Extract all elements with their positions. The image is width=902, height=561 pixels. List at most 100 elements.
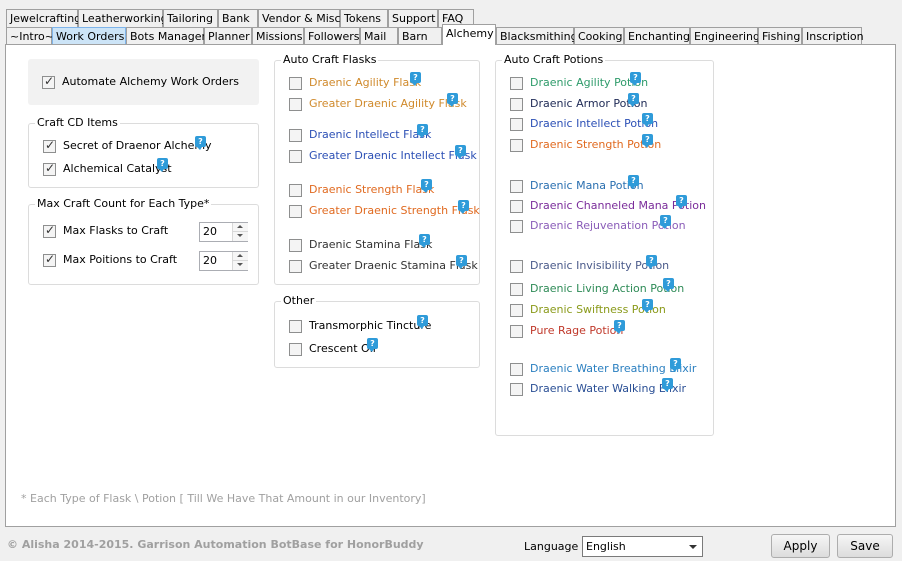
max-potions-label: Max Poitions to Craft (63, 253, 178, 266)
help-icon[interactable]: ? (417, 124, 428, 138)
checkbox[interactable] (43, 161, 56, 176)
help-icon[interactable]: ? (642, 134, 653, 148)
tab-support[interactable]: Support (388, 9, 438, 27)
tab-work-orders[interactable]: Work Orders (52, 27, 126, 45)
checkbox[interactable] (289, 129, 302, 142)
checkbox[interactable] (510, 77, 523, 90)
checkbox[interactable] (43, 138, 56, 153)
help-icon[interactable]: ? (628, 93, 639, 107)
checkbox[interactable] (289, 260, 302, 273)
language-select[interactable]: English (582, 536, 703, 557)
save-button[interactable]: Save (837, 534, 893, 558)
tab-fishing[interactable]: Fishing (758, 27, 802, 45)
tab-bots-manager[interactable]: Bots Manager (126, 27, 206, 45)
tab-alchemy[interactable]: Alchemy (442, 24, 496, 45)
help-icon[interactable]: ? (663, 278, 674, 292)
help-icon[interactable]: ? (458, 200, 469, 214)
tab-enchanting[interactable]: Enchanting (624, 27, 690, 45)
tab-jewelcrafting[interactable]: Jewelcrafting (6, 9, 81, 27)
checkbox[interactable] (510, 363, 523, 376)
help-icon[interactable]: ? (447, 93, 458, 107)
checkbox[interactable] (510, 283, 523, 296)
checkbox[interactable] (510, 118, 523, 131)
stepper-down-icon[interactable] (233, 232, 248, 241)
tab-blacksmithing[interactable]: Blacksmithing (496, 27, 578, 45)
checkbox[interactable] (289, 343, 302, 356)
tab-intro[interactable]: ~Intro~ (6, 27, 54, 45)
checkbox[interactable] (510, 325, 523, 338)
max-flasks-value[interactable]: 20 (203, 225, 217, 238)
tab-engineering[interactable]: Engineering (690, 27, 760, 45)
tab-barn[interactable]: Barn (398, 27, 442, 45)
language-label: Language (524, 540, 579, 553)
list-item-label: Draenic Intellect Flask (309, 128, 432, 141)
help-icon[interactable]: ? (670, 358, 681, 372)
auto-potions-group: Auto Craft Potions Draenic Agility Potio… (495, 53, 714, 436)
help-icon[interactable]: ? (614, 320, 625, 334)
max-craft-group: Max Craft Count for Each Type* Max Flask… (28, 197, 259, 285)
checkbox[interactable] (510, 304, 523, 317)
help-icon[interactable]: ? (157, 158, 168, 172)
help-icon[interactable]: ? (642, 113, 653, 127)
secret-of-draenor-label: Secret of Draenor Alchemy (63, 139, 212, 152)
help-icon[interactable]: ? (676, 195, 687, 209)
tab-planner[interactable]: Planner (204, 27, 252, 45)
max-potions-stepper[interactable]: 20 (199, 251, 248, 271)
craft-cd-title: Craft CD Items (35, 116, 120, 129)
checkbox[interactable] (289, 77, 302, 90)
help-icon[interactable]: ? (646, 255, 657, 269)
help-icon[interactable]: ? (662, 378, 673, 392)
checkbox[interactable] (510, 200, 523, 213)
help-icon[interactable]: ? (456, 255, 467, 269)
help-icon[interactable]: ? (642, 299, 653, 313)
tab-followers[interactable]: Followers (304, 27, 360, 45)
auto-flasks-group: Auto Craft Flasks Draenic Agility Flask?… (274, 53, 480, 285)
checkbox[interactable] (289, 98, 302, 111)
checkbox[interactable] (289, 150, 302, 163)
apply-button[interactable]: Apply (771, 534, 830, 558)
tab-vendor-misc[interactable]: Vendor & Misc (258, 9, 341, 27)
checkbox[interactable] (43, 252, 56, 267)
checkbox[interactable] (510, 180, 523, 193)
tab-tailoring[interactable]: Tailoring (163, 9, 218, 27)
help-icon[interactable]: ? (367, 338, 378, 352)
auto-flasks-title: Auto Craft Flasks (281, 53, 379, 66)
checkbox[interactable] (289, 239, 302, 252)
stepper-up-icon[interactable] (233, 223, 248, 232)
tab-leatherworking[interactable]: Leatherworking (78, 9, 168, 27)
tab-missions[interactable]: Missions (252, 27, 304, 45)
tab-bank[interactable]: Bank (218, 9, 258, 27)
tab-inscription[interactable]: Inscription (802, 27, 864, 45)
automate-label: Automate Alchemy Work Orders (62, 75, 240, 88)
help-icon[interactable]: ? (410, 72, 421, 86)
tab-mail[interactable]: Mail (360, 27, 398, 45)
help-icon[interactable]: ? (419, 234, 430, 248)
max-potions-value[interactable]: 20 (203, 254, 217, 267)
list-item-label: Greater Draenic Stamina Flask (309, 259, 478, 272)
help-icon[interactable]: ? (421, 179, 432, 193)
help-icon[interactable]: ? (660, 215, 671, 229)
checkbox[interactable] (43, 223, 56, 238)
checkbox[interactable] (510, 98, 523, 111)
help-icon[interactable]: ? (417, 315, 428, 329)
help-icon[interactable]: ? (628, 175, 639, 189)
help-icon[interactable]: ? (195, 136, 206, 150)
stepper-up-icon[interactable] (233, 252, 248, 261)
checkbox[interactable] (510, 383, 523, 396)
checkbox[interactable] (510, 220, 523, 233)
stepper-down-icon[interactable] (233, 261, 248, 270)
list-item-label: Draenic Intellect Potion (530, 117, 659, 130)
automate-checkbox[interactable] (42, 74, 55, 89)
chevron-down-icon (689, 545, 697, 549)
tab-cooking[interactable]: Cooking (574, 27, 624, 45)
checkbox[interactable] (289, 205, 302, 218)
checkbox[interactable] (510, 260, 523, 273)
help-icon[interactable]: ? (630, 72, 641, 86)
checkbox[interactable] (510, 139, 523, 152)
tab-tokens[interactable]: Tokens (340, 9, 388, 27)
checkbox[interactable] (289, 184, 302, 197)
max-flasks-stepper[interactable]: 20 (199, 222, 248, 242)
max-craft-title: Max Craft Count for Each Type* (35, 197, 212, 210)
help-icon[interactable]: ? (455, 145, 466, 159)
checkbox[interactable] (289, 320, 302, 333)
